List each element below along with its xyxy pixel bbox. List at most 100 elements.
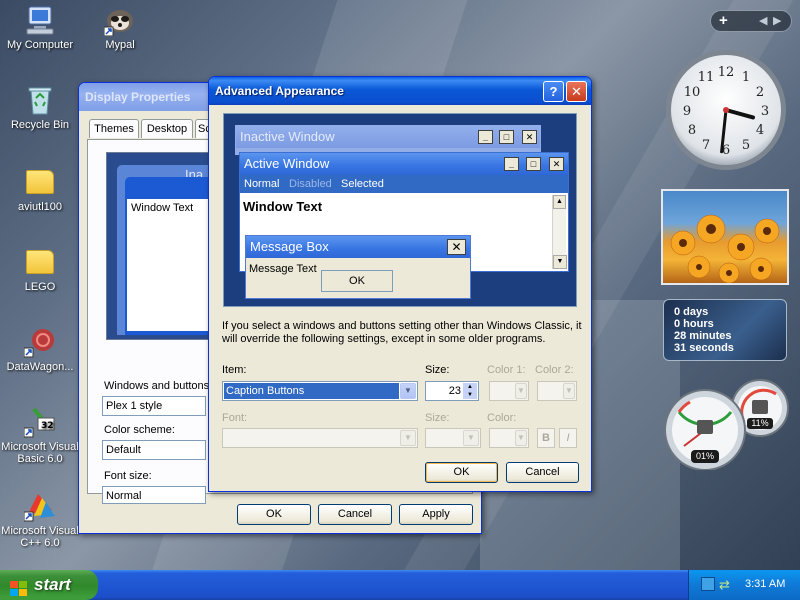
preview-active-window: Window Text	[125, 177, 219, 335]
memory-chip-icon	[752, 400, 768, 414]
raccoon-icon	[103, 4, 136, 37]
advanced-appearance-dialog: Advanced Appearance ? ✕ Inactive Window …	[208, 76, 592, 492]
display-cancel-button[interactable]: Cancel	[318, 504, 392, 525]
svg-text:32: 32	[41, 421, 54, 431]
color1-picker[interactable]: ▼	[489, 381, 529, 401]
network-icon[interactable]	[701, 577, 715, 591]
desktop-icon-recycle-bin[interactable]: Recycle Bin	[1, 84, 79, 131]
chevron-down-icon: ▼	[563, 383, 575, 399]
font-select[interactable]: ▼	[222, 428, 418, 448]
system-tray: ⇄ 3:31 AM	[688, 570, 800, 600]
item-select[interactable]: Caption Buttons ▼	[222, 381, 418, 401]
add-gadget-icon[interactable]: +	[719, 12, 728, 29]
preview-window-text: Window Text	[243, 199, 323, 214]
appearance-preview: Ina Window Text	[106, 152, 219, 340]
preview-menu-disabled: Disabled	[289, 178, 332, 190]
next-icon[interactable]: ▶	[773, 14, 781, 27]
svg-text:12: 12	[718, 65, 735, 80]
svg-text:8: 8	[688, 123, 696, 138]
desktop-icon-mypal[interactable]: Mypal	[81, 4, 159, 51]
display-ok-button[interactable]: OK	[237, 504, 311, 525]
font-size-value: Normal	[106, 490, 142, 502]
recycle-bin-icon	[24, 84, 56, 116]
preview-scrollbar: ▲ ▼	[552, 195, 567, 269]
desktop-icon-visual-basic[interactable]: 32 Microsoft Visual Basic 6.0	[1, 406, 79, 465]
cpu-meter-gadget[interactable]: 01% 11%	[660, 378, 792, 471]
advanced-ok-button[interactable]: OK	[425, 462, 498, 483]
preview-window-text: Window Text	[131, 202, 194, 214]
advanced-preview-pane: Inactive Window _ □ ✕ Active Window _ □ …	[223, 113, 577, 307]
preview-menu-bar: Normal Disabled Selected	[240, 175, 568, 193]
font-size-select[interactable]: Normal	[102, 486, 206, 504]
flower-photo	[670, 214, 780, 284]
visual-basic-icon: 32	[23, 406, 56, 438]
folder-icon	[26, 170, 54, 194]
tab-themes[interactable]: Themes	[89, 119, 139, 138]
color-scheme-select[interactable]: Default	[102, 440, 206, 460]
slideshow-gadget[interactable]	[661, 189, 789, 285]
datawagon-icon	[23, 326, 56, 358]
chevron-down-icon: ▼	[463, 430, 479, 446]
font-size-label: Font size:	[104, 470, 152, 482]
font-color-picker[interactable]: ▼	[489, 428, 529, 448]
font-size-select[interactable]: ▼	[425, 428, 481, 448]
bold-button[interactable]: B	[537, 428, 555, 448]
spin-up-icon[interactable]: ▲	[463, 383, 477, 391]
info-text: If you select a windows and buttons sett…	[222, 320, 582, 345]
desktop-icon-label: Recycle Bin	[10, 119, 70, 131]
windows-logo-icon	[10, 577, 28, 596]
preview-message-box-title: Message Box	[246, 236, 470, 258]
scroll-down-icon: ▼	[553, 255, 567, 269]
preview-maximize-icon: □	[526, 157, 541, 171]
color1-label: Color 1:	[487, 364, 526, 376]
color2-picker[interactable]: ▼	[537, 381, 577, 401]
start-button[interactable]: start	[0, 570, 98, 600]
windows-buttons-label: Windows and buttons:	[104, 380, 213, 392]
preview-close-icon: ✕	[522, 130, 537, 144]
svg-text:9: 9	[683, 104, 691, 119]
desktop-icon-aviutl100[interactable]: aviutl100	[1, 166, 79, 213]
italic-button[interactable]: I	[559, 428, 577, 448]
svg-text:3: 3	[761, 104, 769, 119]
chevron-down-icon[interactable]: ▼	[400, 383, 416, 399]
desktop-icon-my-computer[interactable]: My Computer	[1, 4, 79, 51]
font-label: Font:	[222, 412, 248, 424]
close-button[interactable]: ✕	[566, 81, 587, 102]
safely-remove-icon[interactable]: ⇄	[719, 577, 730, 593]
size-spinner[interactable]: 23 ▲ ▼	[425, 381, 479, 401]
computer-icon	[24, 4, 56, 36]
chevron-down-icon: ▼	[515, 383, 527, 399]
cpu-percent: 01%	[695, 451, 714, 461]
advanced-cancel-button[interactable]: Cancel	[506, 462, 579, 483]
visual-cpp-icon	[23, 490, 56, 522]
display-apply-button[interactable]: Apply	[399, 504, 473, 525]
size-label: Size:	[425, 364, 450, 376]
uptime-days: 0 days	[674, 306, 709, 318]
svg-text:4: 4	[756, 123, 764, 138]
svg-text:10: 10	[684, 85, 701, 100]
color-scheme-label: Color scheme:	[104, 424, 175, 436]
desktop-icon-label: Mypal	[105, 39, 135, 51]
start-label: start	[34, 575, 71, 594]
chevron-down-icon: ▼	[515, 430, 527, 446]
desktop-icon-label: aviutl100	[17, 201, 63, 213]
preview-menu-normal: Normal	[244, 178, 280, 190]
desktop-icon-lego[interactable]: LEGO	[1, 246, 79, 293]
scroll-up-icon: ▲	[553, 195, 566, 209]
previous-icon[interactable]: ◀	[759, 14, 767, 27]
help-button[interactable]: ?	[543, 81, 564, 102]
clock-gadget[interactable]: 12 1 2 3 4567 8 9 10 11	[664, 48, 788, 172]
preview-close-icon: ✕	[447, 239, 466, 255]
clock-time[interactable]: 3:31 AM	[745, 578, 785, 590]
chevron-down-icon: ▼	[400, 430, 416, 446]
windows-buttons-select[interactable]: Plex 1 style	[102, 396, 206, 416]
desktop-icon-visual-cpp[interactable]: Microsoft Visual C++ 6.0	[1, 490, 79, 549]
taskbar: start ⇄ 3:31 AM	[0, 570, 800, 600]
desktop-icon-label: LEGO	[24, 281, 56, 293]
tab-desktop[interactable]: Desktop	[141, 119, 193, 138]
preview-message-box: Message Box ✕ Message Text OK	[245, 235, 471, 299]
desktop-icon-datawagon[interactable]: DataWagon...	[1, 326, 79, 373]
uptime-gadget[interactable]: 0 days 0 hours 28 minutes 31 seconds	[663, 299, 787, 361]
svg-text:11: 11	[698, 70, 715, 85]
spin-down-icon[interactable]: ▼	[463, 391, 477, 399]
